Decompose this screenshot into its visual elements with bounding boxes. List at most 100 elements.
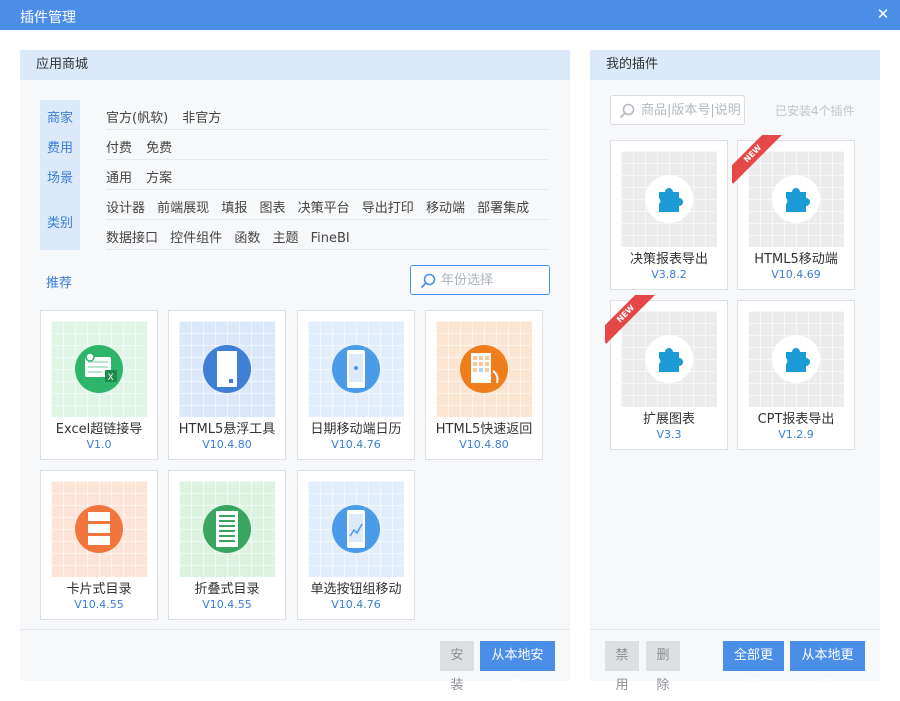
plugin-card-date-calendar[interactable]: 日期移动端日历 V10.4.76 <box>297 310 415 460</box>
my-plugin-card-html5-mobile[interactable]: NEW HTML5移动端 V10.4.69 <box>732 135 855 290</box>
filter-row-fee: 付费 免费 <box>106 137 549 160</box>
filter-option[interactable]: 决策平台 <box>298 197 350 216</box>
filter-row-category-1: 设计器 前端展现 填报 图表 决策平台 导出打印 移动端 部署集成 <box>106 197 549 220</box>
plugin-thumbnail <box>308 321 404 417</box>
filter-option[interactable]: 免费 <box>146 137 172 156</box>
filter-option[interactable]: 控件组件 <box>170 227 222 246</box>
disable-button[interactable]: 禁用 <box>605 641 639 693</box>
filter-option[interactable]: 方案 <box>146 167 172 186</box>
store-panel: 应用商城 商家 费用 场景 类别 官方(帆软) 非官方 付费 免费 通用 方案 … <box>20 50 570 693</box>
puzzle-icon <box>659 348 683 372</box>
plugin-thumbnail: X <box>51 321 147 417</box>
new-badge-label: NEW <box>605 295 655 344</box>
plugin-name: 折叠式目录 <box>194 582 260 597</box>
plugin-thumbnail <box>436 321 532 417</box>
plugin-card-radio-group-mobile[interactable]: 单选按钮组移动 V10.4.76 <box>297 470 415 620</box>
plugin-name: Excel超链接导 <box>55 422 143 437</box>
update-all-button[interactable]: 全部更新 <box>723 641 784 693</box>
plugin-name: HTML5快速返回 <box>435 422 533 437</box>
year-search-input[interactable] <box>441 271 541 289</box>
install-local-button[interactable]: 从本地安装 <box>480 641 555 693</box>
update-local-button[interactable]: 从本地更新 <box>790 641 865 693</box>
year-search-box[interactable] <box>410 265 550 295</box>
my-plugin-card-cpt-export[interactable]: CPT报表导出 V1.2.9 <box>737 300 855 450</box>
recommend-label: 推荐 <box>46 276 73 291</box>
filter-option[interactable]: 通用 <box>106 167 132 186</box>
filter-option[interactable]: 官方(帆软) <box>106 107 168 126</box>
filter-label-vendor: 商家 <box>46 111 73 126</box>
filter-labels: 商家 费用 场景 类别 <box>40 100 80 250</box>
plugin-card-html5-float[interactable]: HTML5悬浮工具 V10.4.80 <box>168 310 286 460</box>
my-plugins-search-box[interactable] <box>610 95 745 125</box>
plugin-card-excel-link[interactable]: X Excel超链接导 V1.0 <box>40 310 158 460</box>
my-plugins-search-input[interactable] <box>641 101 741 119</box>
my-plugins-panel: 我的插件 已安装4个插件 决策报表导出 V3.8.2 NEW HTML5移动端 … <box>590 50 880 693</box>
plugin-version: V10.4.55 <box>74 598 124 611</box>
phone-chart-icon <box>347 510 365 548</box>
fold-list-icon <box>216 511 238 547</box>
puzzle-icon <box>786 188 810 212</box>
svg-text:X: X <box>108 373 114 383</box>
filter-option[interactable]: 填报 <box>221 197 247 216</box>
filter-option[interactable]: 函数 <box>234 227 260 246</box>
filter-option[interactable]: 移动端 <box>426 197 465 216</box>
filter-row-category-2: 数据接口 控件组件 函数 主题 FineBI <box>106 227 549 250</box>
search-icon <box>619 103 635 119</box>
close-icon[interactable]: ✕ <box>874 5 892 23</box>
plugin-version: V10.4.76 <box>331 598 381 611</box>
plugin-thumbnail <box>621 151 717 247</box>
puzzle-icon <box>659 188 683 212</box>
title-bar: 插件管理 ✕ <box>0 0 900 30</box>
filter-row-scene: 通用 方案 <box>106 167 549 190</box>
filter-option[interactable]: 设计器 <box>106 197 145 216</box>
plugin-name: 扩展图表 <box>642 412 695 427</box>
grid-icon <box>471 353 499 384</box>
my-plugins-header: 我的插件 <box>590 50 880 80</box>
plugin-name: 单选按钮组移动 <box>310 582 402 597</box>
plugin-version: V10.4.69 <box>771 268 821 281</box>
new-badge: NEW <box>732 135 782 185</box>
search-icon <box>420 273 436 289</box>
filter-option[interactable]: 数据接口 <box>106 227 158 246</box>
plugin-card-card-catalog[interactable]: 卡片式目录 V10.4.55 <box>40 470 158 620</box>
filter-option[interactable]: 导出打印 <box>362 197 414 216</box>
filter-row-vendor: 官方(帆软) 非官方 <box>106 107 549 130</box>
installed-count: 已安装4个插件 <box>775 104 855 118</box>
filter-option[interactable]: 前端展现 <box>157 197 209 216</box>
filter-option[interactable]: 非官方 <box>182 107 221 126</box>
phone-icon <box>347 350 365 388</box>
plugin-thumbnail <box>179 481 275 577</box>
plugin-thumbnail <box>51 481 147 577</box>
plugin-name: CPT报表导出 <box>757 412 835 427</box>
puzzle-icon <box>786 348 810 372</box>
delete-button[interactable]: 删除 <box>646 641 680 693</box>
excel-icon: X <box>85 352 117 383</box>
plugin-name: HTML5移动端 <box>754 252 838 267</box>
plugin-version: V3.8.2 <box>651 268 687 281</box>
new-badge-label: NEW <box>732 135 782 184</box>
plugin-name: 卡片式目录 <box>66 582 132 597</box>
filter-label-scene: 场景 <box>46 171 73 186</box>
filter-option[interactable]: 图表 <box>259 197 285 216</box>
my-plugin-card-decision-export[interactable]: 决策报表导出 V3.8.2 <box>610 140 728 290</box>
plugin-card-html5-quick-return[interactable]: HTML5快速返回 V10.4.80 <box>425 310 543 460</box>
filter-label-fee: 费用 <box>46 141 73 156</box>
plugin-name: 日期移动端日历 <box>310 422 402 437</box>
plugin-card-fold-catalog[interactable]: 折叠式目录 V10.4.55 <box>168 470 286 620</box>
plugin-version: V10.4.55 <box>202 598 252 611</box>
store-footer: 安装 从本地安装 <box>20 629 570 693</box>
my-plugins-footer: 禁用 删除 全部更新 从本地更新 <box>590 629 880 693</box>
plugin-version: V10.4.76 <box>331 438 381 451</box>
my-plugin-card-extended-chart[interactable]: NEW 扩展图表 V3.3 <box>605 295 728 450</box>
plugin-version: V1.0 <box>86 438 112 451</box>
filter-option[interactable]: 部署集成 <box>477 197 529 216</box>
plugin-thumbnail <box>748 311 844 407</box>
filter-option[interactable]: FineBI <box>311 231 350 246</box>
filter-option[interactable]: 主题 <box>272 227 298 246</box>
filter-option[interactable]: 付费 <box>106 137 132 156</box>
plugin-version: V1.2.9 <box>778 428 814 441</box>
card-list-icon <box>88 512 110 545</box>
install-button[interactable]: 安装 <box>440 641 474 693</box>
new-badge: NEW <box>605 295 655 345</box>
plugin-name: HTML5悬浮工具 <box>178 422 276 437</box>
